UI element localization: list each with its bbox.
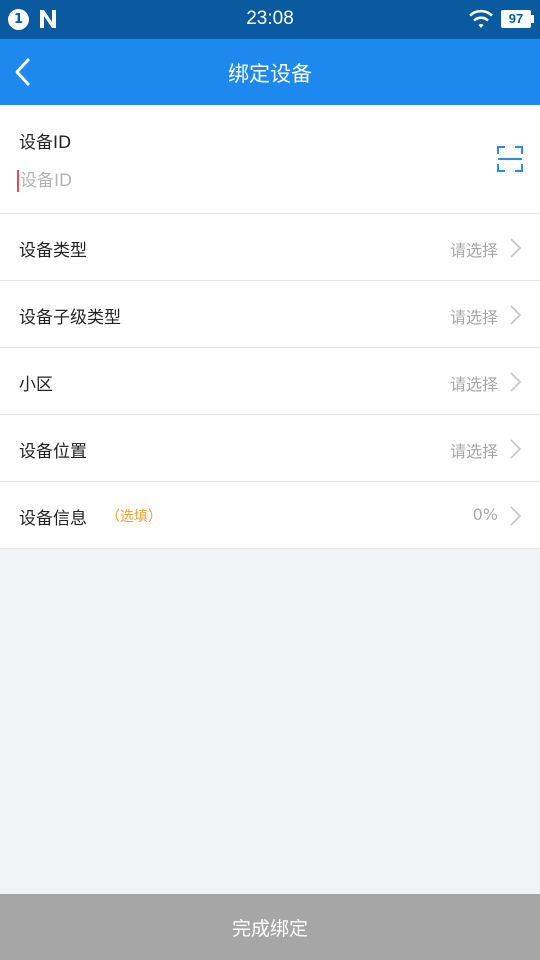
bind-device-form: 设备ID 设备类型 请选择 设备子级类型 请选择 小区 请选择 设备位置 — [0, 105, 540, 549]
device-id-label: 设备ID — [19, 133, 72, 153]
device-subtype-row[interactable]: 设备子级类型 请选择 — [0, 281, 540, 348]
device-location-value: 请选择 — [449, 442, 498, 461]
device-info-progress: 0% — [472, 505, 498, 524]
complete-binding-button[interactable]: 完成绑定 — [0, 894, 540, 960]
chevron-right-icon — [510, 372, 522, 392]
device-id-row: 设备ID — [0, 105, 540, 214]
status-time: 23:08 — [246, 8, 294, 29]
community-row[interactable]: 小区 请选择 — [0, 348, 540, 415]
status-bar: 1 23:08 97 — [0, 0, 540, 39]
battery-indicator: 97 — [501, 10, 534, 28]
optional-tag: （选填） — [106, 509, 162, 525]
device-location-label: 设备位置 — [19, 442, 87, 462]
device-info-label: 设备信息 — [19, 509, 87, 529]
nav-bar: 绑定设备 — [0, 39, 540, 105]
wifi-icon — [469, 9, 493, 28]
chevron-right-icon — [510, 238, 522, 258]
device-subtype-value: 请选择 — [449, 308, 498, 327]
device-type-value: 请选择 — [449, 241, 498, 260]
chevron-right-icon — [510, 439, 522, 459]
community-value: 请选择 — [449, 375, 498, 394]
device-subtype-label: 设备子级类型 — [19, 308, 121, 328]
device-id-input[interactable] — [19, 167, 439, 195]
device-type-row[interactable]: 设备类型 请选择 — [0, 214, 540, 281]
scan-icon[interactable] — [497, 146, 523, 172]
device-type-label: 设备类型 — [19, 241, 87, 261]
page-title: 绑定设备 — [228, 62, 312, 86]
chevron-right-icon — [510, 305, 522, 325]
device-info-row[interactable]: 设备信息 （选填） 0% — [0, 482, 540, 549]
chevron-right-icon — [510, 506, 522, 526]
text-cursor — [17, 170, 19, 192]
device-location-row[interactable]: 设备位置 请选择 — [0, 415, 540, 482]
community-label: 小区 — [19, 375, 53, 395]
